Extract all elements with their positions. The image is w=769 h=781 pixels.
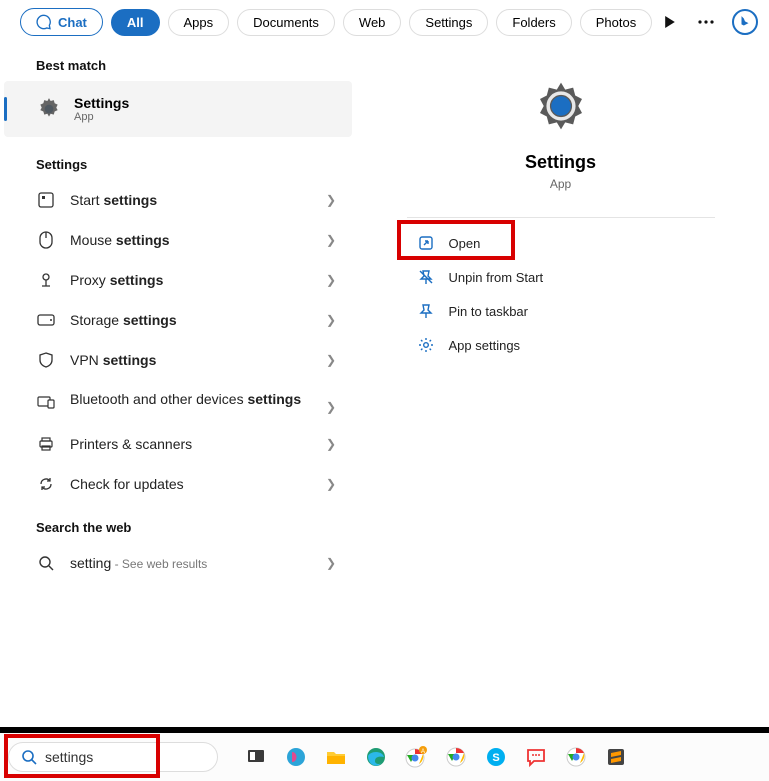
- chat-icon: [36, 14, 52, 30]
- taskbar-search[interactable]: [8, 742, 218, 772]
- results-column: Best match Settings App Settings Start s…: [0, 48, 360, 727]
- action-label: Unpin from Start: [449, 270, 544, 285]
- storage-icon: [36, 310, 56, 330]
- filter-documents[interactable]: Documents: [237, 9, 335, 36]
- result-title: Settings: [74, 95, 129, 111]
- unpin-icon: [417, 268, 435, 286]
- taskbar-copilot-icon[interactable]: [278, 739, 314, 775]
- setting-storage[interactable]: Storage settings ❯: [4, 300, 360, 340]
- filter-photos[interactable]: Photos: [580, 9, 652, 36]
- search-icon: [36, 553, 56, 573]
- chat-label: Chat: [58, 15, 87, 30]
- result-subtitle: App: [74, 111, 129, 123]
- action-pin-taskbar[interactable]: Pin to taskbar: [407, 294, 715, 328]
- action-label: Pin to taskbar: [449, 304, 529, 319]
- setting-label: Check for updates: [70, 476, 312, 492]
- action-label: Open: [449, 236, 481, 251]
- search-web-heading: Search the web: [4, 504, 360, 543]
- search-input[interactable]: [45, 749, 226, 765]
- taskbar-chrome-badge-icon[interactable]: A: [398, 739, 434, 775]
- setting-proxy[interactable]: Proxy settings ❯: [4, 260, 360, 300]
- svg-text:A: A: [421, 749, 425, 755]
- shield-icon: [36, 350, 56, 370]
- chevron-right-icon: ❯: [326, 437, 336, 451]
- chat-pill[interactable]: Chat: [20, 8, 103, 36]
- divider: [407, 217, 715, 218]
- taskbar-taskview-icon[interactable]: [238, 739, 274, 775]
- chevron-right-icon: ❯: [326, 233, 336, 247]
- action-open[interactable]: Open: [407, 226, 653, 260]
- top-right-controls: [660, 9, 758, 35]
- taskbar-sublime-icon[interactable]: [598, 739, 634, 775]
- svg-text:S: S: [492, 752, 499, 764]
- action-unpin-start[interactable]: Unpin from Start: [407, 260, 715, 294]
- gear-icon: [36, 96, 62, 122]
- setting-label: Printers & scanners: [70, 436, 312, 452]
- printer-icon: [36, 434, 56, 454]
- web-search-result[interactable]: setting - See web results ❯: [4, 543, 360, 583]
- chevron-right-icon: ❯: [326, 193, 336, 207]
- filter-folders[interactable]: Folders: [496, 9, 571, 36]
- setting-label: Storage settings: [70, 312, 312, 328]
- bing-icon[interactable]: [732, 9, 758, 35]
- filter-web[interactable]: Web: [343, 9, 402, 36]
- taskbar-chrome-icon[interactable]: [438, 739, 474, 775]
- refresh-icon: [36, 474, 56, 494]
- filter-apps[interactable]: Apps: [168, 9, 230, 36]
- setting-updates[interactable]: Check for updates ❯: [4, 464, 360, 504]
- setting-start[interactable]: Start settings ❯: [4, 180, 360, 220]
- preview-title: Settings: [525, 152, 596, 173]
- taskbar-chat-icon[interactable]: [518, 739, 554, 775]
- chevron-right-icon: ❯: [326, 477, 336, 491]
- setting-mouse[interactable]: Mouse settings ❯: [4, 220, 360, 260]
- action-label: App settings: [449, 338, 521, 353]
- taskbar-skype-icon[interactable]: S: [478, 739, 514, 775]
- gear-icon: [417, 336, 435, 354]
- setting-label: VPN settings: [70, 352, 312, 368]
- chevron-right-icon: ❯: [326, 273, 336, 287]
- taskbar-chrome-icon-2[interactable]: [558, 739, 594, 775]
- chevron-right-icon: ❯: [326, 556, 336, 570]
- chevron-right-icon: ❯: [326, 353, 336, 367]
- pin-icon: [417, 302, 435, 320]
- preview-subtitle: App: [550, 177, 571, 191]
- setting-label: Start settings: [70, 192, 312, 208]
- chevron-right-icon: ❯: [326, 400, 336, 414]
- taskbar-edge-icon[interactable]: [358, 739, 394, 775]
- best-match-heading: Best match: [4, 48, 360, 81]
- proxy-icon: [36, 270, 56, 290]
- taskbar-explorer-icon[interactable]: [318, 739, 354, 775]
- start-icon: [36, 190, 56, 210]
- filter-settings[interactable]: Settings: [409, 9, 488, 36]
- preview-pane: Settings App Open Unpin from Start Pin t…: [368, 48, 753, 711]
- best-match-result[interactable]: Settings App: [4, 81, 352, 137]
- action-app-settings[interactable]: App settings: [407, 328, 715, 362]
- open-icon: [417, 234, 435, 252]
- mouse-icon: [36, 230, 56, 250]
- setting-vpn[interactable]: VPN settings ❯: [4, 340, 360, 380]
- gear-icon: [533, 78, 589, 134]
- play-icon[interactable]: [660, 12, 680, 32]
- search-icon: [21, 749, 37, 765]
- setting-bluetooth[interactable]: Bluetooth and other devices settings ❯: [4, 380, 360, 424]
- setting-label: Bluetooth and other devices settings: [70, 390, 312, 408]
- taskbar: A S: [0, 733, 769, 781]
- filter-all[interactable]: All: [111, 9, 160, 36]
- setting-label: Mouse settings: [70, 232, 312, 248]
- setting-printers[interactable]: Printers & scanners ❯: [4, 424, 360, 464]
- top-filter-row: Chat All Apps Documents Web Settings Fol…: [0, 0, 769, 48]
- setting-label: Proxy settings: [70, 272, 312, 288]
- settings-heading: Settings: [4, 137, 360, 180]
- chevron-right-icon: ❯: [326, 313, 336, 327]
- devices-icon: [36, 392, 56, 412]
- web-result-label: setting - See web results: [70, 555, 312, 571]
- more-icon[interactable]: [696, 12, 716, 32]
